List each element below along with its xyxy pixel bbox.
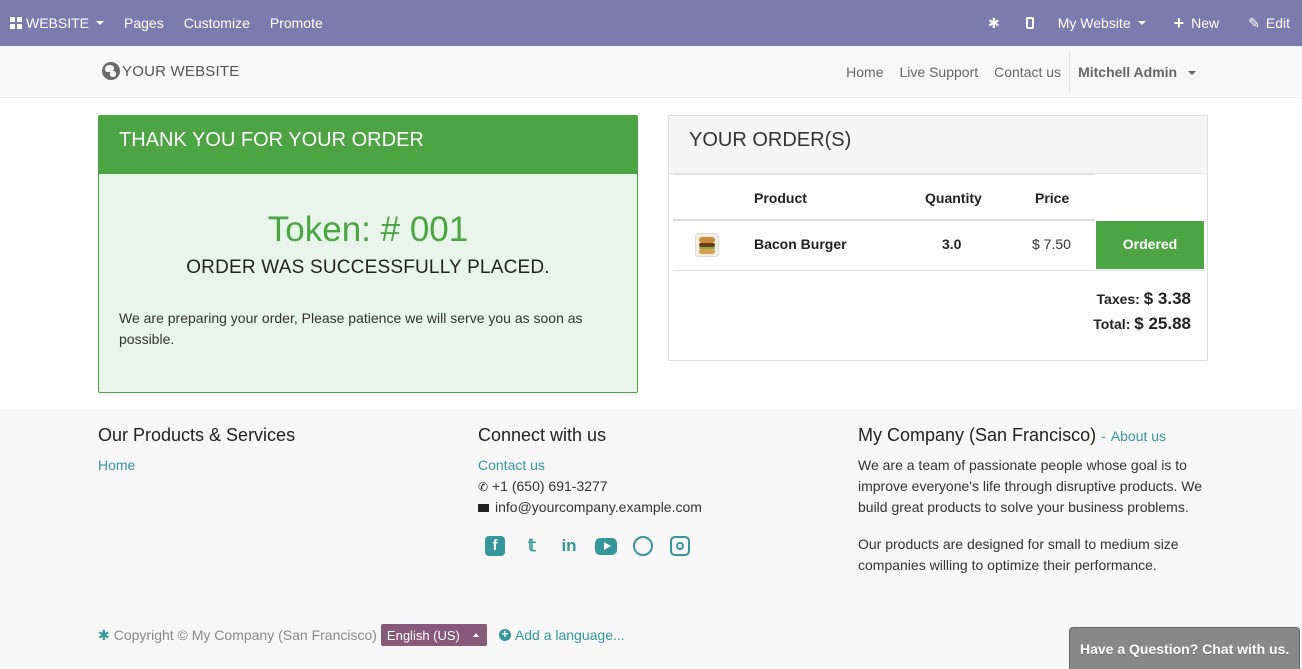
orders-table-header: Product Quantity Price (673, 174, 1095, 221)
new-label: New (1191, 15, 1220, 31)
chevron-up-icon (472, 633, 479, 637)
bug-icon: ✱ (988, 14, 1000, 31)
taxes-line: Taxes: $ 3.38 (1093, 286, 1191, 311)
admin-navbar-right: ✱ My Website + New ✎ Edit (976, 0, 1302, 46)
products-title: Our Products & Services (98, 425, 296, 445)
apps-menu-button[interactable]: WEBSITE (10, 0, 114, 46)
connect-title: Connect with us (478, 425, 607, 445)
apps-grid-icon (10, 17, 22, 29)
youtube-icon[interactable] (595, 535, 617, 557)
main-nav: Home Live Support Contact us Mitchell Ad… (838, 46, 1204, 98)
github-icon[interactable] (632, 535, 654, 557)
chevron-down-icon (1137, 21, 1146, 25)
item-quantity: 3.0 (942, 236, 962, 252)
footer-contact-link[interactable]: Contact us (478, 457, 545, 473)
social-links: f 𝕥 in (484, 535, 706, 557)
envelope-icon (478, 504, 489, 513)
preparing-message: We are preparing your order, Please pati… (119, 310, 583, 347)
user-menu[interactable]: Mitchell Admin (1070, 64, 1204, 80)
instagram-icon[interactable] (669, 535, 691, 557)
user-name: Mitchell Admin (1078, 64, 1178, 80)
company-separator: - (1101, 428, 1106, 444)
pencil-icon: ✎ (1248, 14, 1260, 31)
new-content-button[interactable]: + New (1164, 0, 1235, 46)
your-orders-title: YOUR ORDER(S) (669, 116, 1207, 174)
add-language-label: Add a language... (514, 627, 625, 643)
column-product: Product (754, 190, 807, 206)
company-title: My Company (San Francisco) (858, 425, 1097, 445)
plus-icon: + (1173, 13, 1185, 33)
thank-you-title: THANK YOU FOR YOUR ORDER (99, 116, 637, 174)
taxes-value: $ 3.38 (1143, 289, 1191, 308)
phone-number: +1 (650) 691-3277 (492, 478, 608, 494)
mobile-icon (1025, 17, 1034, 29)
chevron-down-icon (1188, 71, 1196, 76)
my-website-dropdown[interactable]: My Website (1054, 0, 1164, 46)
twitter-icon[interactable]: 𝕥 (521, 535, 543, 557)
about-paragraph-2: Our products are designed for small to m… (858, 536, 1179, 573)
about-us-link[interactable]: About us (1111, 428, 1166, 444)
admin-navbar: WEBSITE Pages Customize Promote ✱ My Web… (0, 0, 1302, 46)
nav-live-support[interactable]: Live Support (892, 64, 987, 80)
orders-table: Product Quantity Price Bacon Burger 3.0 … (673, 174, 1204, 271)
my-website-label: My Website (1057, 15, 1131, 31)
copyright-text: Copyright © My Company (San Francisco) (113, 627, 377, 643)
nav-contact-us[interactable]: Contact us (986, 64, 1069, 80)
promote-menu[interactable]: Promote (260, 0, 333, 46)
total-value: $ 25.88 (1134, 314, 1191, 333)
email-address: info@yourcompany.example.com (495, 499, 702, 515)
column-quantity: Quantity (925, 190, 982, 206)
site-logo[interactable]: YOUR WEBSITE (102, 62, 239, 80)
order-token: Token: # 001 (267, 210, 469, 249)
order-status-message: ORDER WAS SUCCESSFULLY PLACED. (186, 257, 550, 278)
order-totals: Taxes: $ 3.38 Total: $ 25.88 (1093, 286, 1191, 336)
linkedin-icon[interactable]: in (558, 535, 580, 557)
thank-you-panel: THANK YOU FOR YOUR ORDER Token: # 001 OR… (98, 115, 638, 393)
website-app-label: WEBSITE (26, 15, 90, 31)
burger-thumbnail (695, 233, 719, 257)
mobile-preview-button[interactable] (1012, 0, 1054, 46)
column-price: Price (1035, 190, 1070, 206)
admin-navbar-left: WEBSITE Pages Customize Promote (10, 0, 333, 46)
pages-menu[interactable]: Pages (114, 0, 174, 46)
nav-home[interactable]: Home (838, 64, 891, 80)
table-row: Bacon Burger 3.0 $ 7.50 Ordered (673, 221, 1204, 271)
about-paragraph-1: We are a team of passionate people whose… (858, 457, 1203, 515)
language-selector[interactable]: English (US) (380, 624, 487, 646)
plus-circle-icon: + (498, 628, 511, 641)
total-line: Total: $ 25.88 (1093, 311, 1191, 336)
status-badge: Ordered (1096, 221, 1204, 269)
site-header: YOUR WEBSITE Home Live Support Contact u… (0, 46, 1302, 98)
edit-button[interactable]: ✎ Edit (1234, 0, 1302, 46)
logo-text: YOUR WEBSITE (122, 62, 240, 80)
bug-icon: ✱ (98, 626, 110, 643)
facebook-icon[interactable]: f (484, 535, 506, 557)
phone-line: ✆ +1 (650) 691-3277 (478, 476, 706, 497)
add-language-link[interactable]: + Add a language... (498, 627, 625, 643)
total-label: Total: (1093, 316, 1131, 332)
company-heading: My Company (San Francisco) - About us (858, 425, 1208, 446)
globe-icon (102, 62, 120, 80)
copyright-bar: ✱ Copyright © My Company (San Francisco)… (98, 624, 625, 646)
chevron-down-icon (96, 21, 105, 25)
footer-home-link[interactable]: Home (98, 457, 135, 473)
email-line: info@yourcompany.example.com (478, 497, 706, 518)
language-label: English (US) (386, 627, 460, 643)
live-chat-button[interactable]: Have a Question? Chat with us. (1069, 627, 1300, 669)
footer-connect-column: Connect with us Contact us ✆ +1 (650) 691… (478, 425, 706, 557)
item-product: Bacon Burger (754, 236, 847, 252)
item-price: $ 7.50 (1032, 236, 1071, 252)
customize-menu[interactable]: Customize (174, 0, 260, 46)
footer-about-column: My Company (San Francisco) - About us We… (858, 425, 1208, 592)
footer-products-column: Our Products & Services Home (98, 425, 295, 476)
phone-icon: ✆ (478, 480, 489, 494)
your-orders-panel: YOUR ORDER(S) Product Quantity Price Bac… (668, 115, 1208, 361)
taxes-label: Taxes: (1096, 291, 1140, 307)
edit-label: Edit (1265, 15, 1290, 31)
debug-button[interactable]: ✱ (976, 0, 1012, 46)
